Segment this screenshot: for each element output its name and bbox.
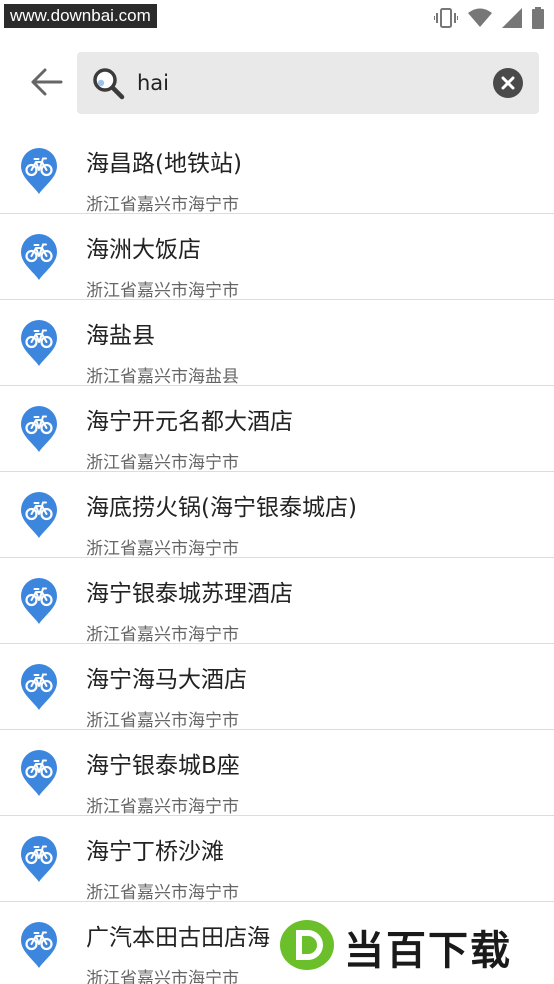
bike-location-pin-icon — [21, 664, 57, 710]
result-address: 浙江省嘉兴市海宁市 — [86, 797, 239, 817]
results-list: 海昌路(地铁站) 浙江省嘉兴市海宁市 海洲大饭店 浙江省嘉兴市海宁市 海盐县 浙… — [0, 128, 554, 984]
signal-icon — [502, 8, 522, 28]
brand-logo-icon — [280, 920, 334, 970]
battery-icon — [532, 7, 544, 29]
vibrate-icon — [434, 8, 458, 28]
result-title: 海底捞火锅(海宁银泰城店) — [86, 495, 357, 521]
bike-location-pin-icon — [21, 750, 57, 796]
status-bar: www.downbai.com — [0, 0, 554, 36]
back-arrow-icon — [31, 68, 63, 96]
result-title: 海洲大饭店 — [86, 237, 201, 263]
result-address: 浙江省嘉兴市海宁市 — [86, 711, 239, 731]
brand-watermark: 当百下载 — [270, 914, 554, 984]
search-input[interactable] — [137, 63, 477, 103]
back-button[interactable] — [18, 62, 74, 102]
result-address: 浙江省嘉兴市海宁市 — [86, 969, 239, 984]
status-icons — [434, 7, 544, 29]
site-watermark: www.downbai.com — [4, 4, 157, 28]
result-item[interactable]: 海盐县 浙江省嘉兴市海盐县 — [0, 300, 554, 387]
result-address: 浙江省嘉兴市海宁市 — [86, 539, 239, 559]
result-item[interactable]: 海宁开元名都大酒店 浙江省嘉兴市海宁市 — [0, 386, 554, 473]
result-item[interactable]: 海宁丁桥沙滩 浙江省嘉兴市海宁市 — [0, 816, 554, 903]
result-item[interactable]: 海宁银泰城苏理酒店 浙江省嘉兴市海宁市 — [0, 558, 554, 645]
result-item[interactable]: 海宁海马大酒店 浙江省嘉兴市海宁市 — [0, 644, 554, 731]
result-title: 海宁银泰城B座 — [86, 753, 240, 779]
bike-location-pin-icon — [21, 922, 57, 968]
result-title: 广汽本田古田店海 — [86, 925, 270, 951]
result-address: 浙江省嘉兴市海宁市 — [86, 625, 239, 645]
result-title: 海宁开元名都大酒店 — [86, 409, 293, 435]
result-address: 浙江省嘉兴市海宁市 — [86, 281, 239, 301]
result-address: 浙江省嘉兴市海宁市 — [86, 883, 239, 903]
wifi-icon — [468, 8, 492, 27]
result-item[interactable]: 海洲大饭店 浙江省嘉兴市海宁市 — [0, 214, 554, 301]
search-icon — [93, 68, 125, 100]
result-item[interactable]: 海昌路(地铁站) 浙江省嘉兴市海宁市 — [0, 128, 554, 215]
bike-location-pin-icon — [21, 234, 57, 280]
bike-location-pin-icon — [21, 148, 57, 194]
clear-icon — [501, 76, 515, 90]
result-item[interactable]: 海宁银泰城B座 浙江省嘉兴市海宁市 — [0, 730, 554, 817]
bike-location-pin-icon — [21, 406, 57, 452]
bike-location-pin-icon — [21, 836, 57, 882]
search-bar — [0, 36, 554, 128]
result-address: 浙江省嘉兴市海宁市 — [86, 195, 239, 215]
bike-location-pin-icon — [21, 320, 57, 366]
result-item[interactable]: 海底捞火锅(海宁银泰城店) 浙江省嘉兴市海宁市 — [0, 472, 554, 559]
result-address: 浙江省嘉兴市海宁市 — [86, 453, 239, 473]
result-title: 海宁银泰城苏理酒店 — [86, 581, 293, 607]
result-title: 海宁丁桥沙滩 — [86, 839, 224, 865]
result-address: 浙江省嘉兴市海盐县 — [86, 367, 239, 387]
bike-location-pin-icon — [21, 578, 57, 624]
result-title: 海宁海马大酒店 — [86, 667, 247, 693]
brand-name: 当百下载 — [344, 928, 512, 974]
clear-button[interactable] — [493, 68, 523, 98]
search-box[interactable] — [77, 52, 539, 114]
result-title: 海盐县 — [86, 323, 155, 349]
result-title: 海昌路(地铁站) — [86, 151, 242, 177]
bike-location-pin-icon — [21, 492, 57, 538]
